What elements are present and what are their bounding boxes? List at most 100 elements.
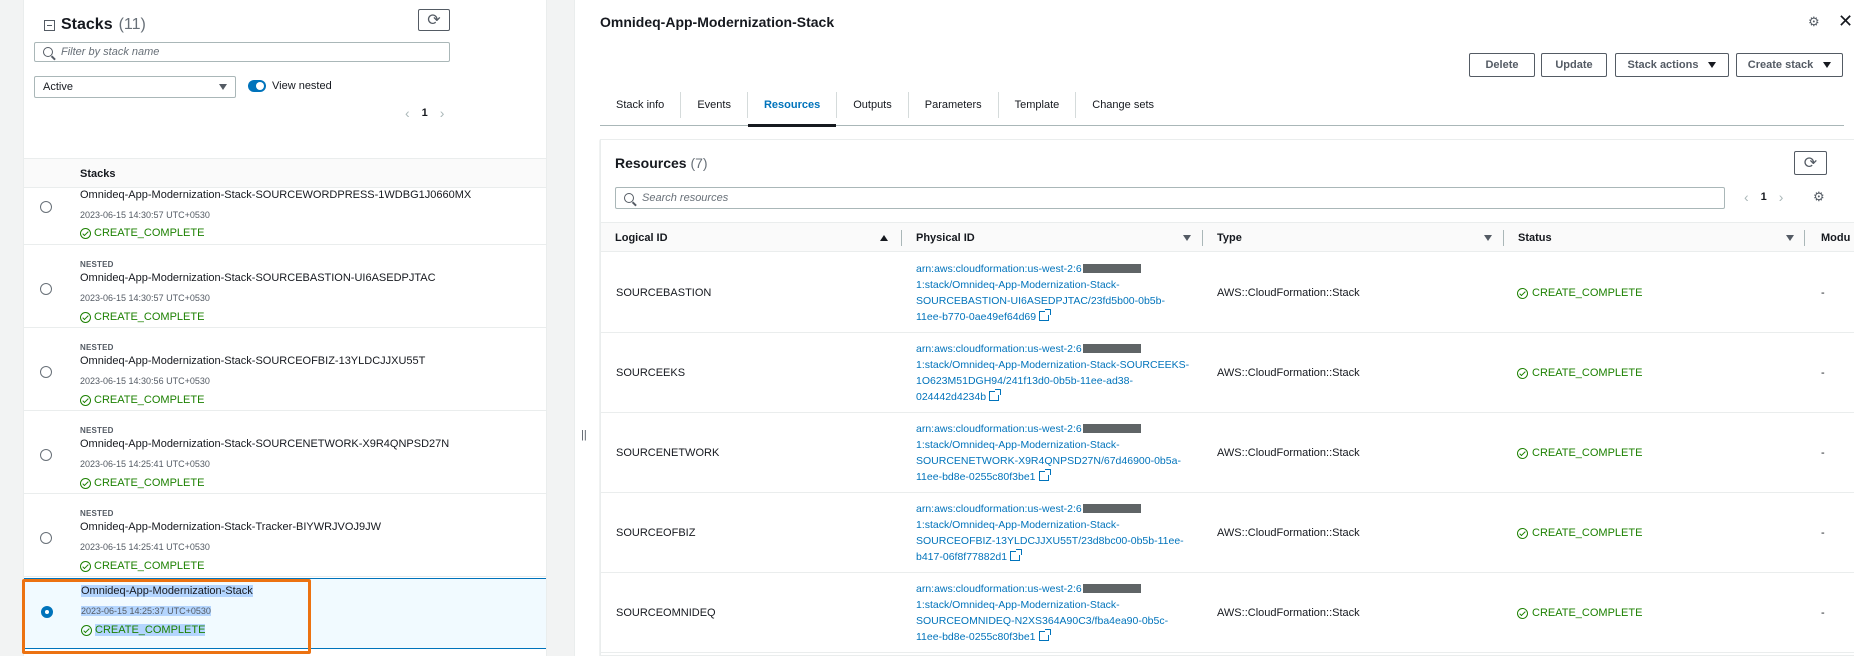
stacks-column-header: Stacks (24, 158, 546, 188)
logical-id: SOURCEEKS (616, 367, 686, 379)
physical-id-link[interactable]: arn:aws:cloudformation:us-west-2:61:stac… (916, 501, 1191, 565)
stack-row[interactable]: Omnideq-App-Modernization-Stack-SOURCEWO… (24, 189, 546, 245)
physical-id-link[interactable]: arn:aws:cloudformation:us-west-2:61:stac… (916, 261, 1191, 325)
tab-stack-info[interactable]: Stack info (600, 92, 682, 118)
status-filter-select[interactable]: Active (34, 76, 236, 98)
stack-row[interactable]: NESTED Omnideq-App-Modernization-Stack-S… (24, 412, 546, 494)
chevron-left-icon[interactable]: ‹ (1744, 189, 1749, 205)
gear-icon[interactable]: ⚙ (1813, 189, 1825, 205)
chevron-down-icon (219, 84, 227, 90)
splitter-drag-handle[interactable]: || (581, 429, 587, 441)
stacks-panel: Stacks (11) ⟳ Active View nested ‹ 1 › S… (23, 0, 547, 656)
resource-status: CREATE_COMPLETE (1517, 573, 1642, 653)
logical-id: SOURCENETWORK (616, 447, 720, 459)
tab-template[interactable]: Template (999, 92, 1077, 118)
stack-name: Omnideq-App-Modernization-Stack-SOURCEBA… (80, 272, 436, 284)
stack-radio[interactable] (40, 532, 52, 544)
nested-label: NESTED (80, 426, 114, 435)
column-logical-id[interactable]: Logical ID (615, 223, 668, 253)
view-nested-toggle[interactable] (248, 80, 266, 92)
sort-ascending-icon[interactable] (880, 235, 888, 241)
stack-radio[interactable] (40, 201, 52, 213)
resource-module: - (1821, 287, 1825, 299)
collapse-icon[interactable] (44, 19, 55, 31)
status-filter-value: Active (43, 81, 73, 93)
external-link-icon (1010, 549, 1023, 561)
resources-pagination: ‹ 1 › (1744, 189, 1783, 205)
resource-status: CREATE_COMPLETE (1517, 253, 1642, 333)
resource-module: - (1821, 447, 1825, 459)
update-button[interactable]: Update (1541, 53, 1607, 77)
resources-refresh-button[interactable]: ⟳ (1794, 151, 1827, 175)
resource-type: AWS::CloudFormation::Stack (1217, 607, 1360, 619)
chevron-right-icon[interactable]: › (440, 105, 445, 121)
redaction-bar (1082, 344, 1141, 353)
stack-row[interactable]: NESTED Omnideq-App-Modernization-Stack-S… (24, 246, 546, 328)
delete-button[interactable]: Delete (1469, 53, 1535, 77)
close-icon[interactable]: ✕ (1838, 11, 1853, 32)
physical-id-prefix: arn:aws:cloudformation:us-west-2:6 (916, 423, 1082, 435)
stack-filter-field[interactable] (34, 42, 450, 62)
stack-name: Omnideq-App-Modernization-Stack-SOURCEOF… (80, 355, 426, 367)
resource-type: AWS::CloudFormation::Stack (1217, 367, 1360, 379)
cloudformation-console: Stacks (11) ⟳ Active View nested ‹ 1 › S… (0, 0, 1854, 656)
resource-row: SOURCEEKS arn:aws:cloudformation:us-west… (601, 333, 1854, 413)
resource-row: SOURCEBASTION arn:aws:cloudformation:us-… (601, 253, 1854, 333)
stacks-refresh-button[interactable]: ⟳ (418, 9, 450, 31)
resources-search-field[interactable] (615, 187, 1725, 209)
physical-id-link[interactable]: arn:aws:cloudformation:us-west-2:61:stac… (916, 421, 1191, 485)
stack-filter-input[interactable] (61, 46, 449, 58)
chevron-left-icon[interactable]: ‹ (405, 105, 410, 121)
check-circle-icon (80, 227, 91, 239)
resource-status: CREATE_COMPLETE (1517, 493, 1642, 573)
delete-button-label: Delete (1485, 59, 1519, 71)
stack-row[interactable]: NESTED Omnideq-App-Modernization-Stack-S… (24, 329, 546, 411)
stack-row[interactable]: NESTED Omnideq-App-Modernization-Stack-T… (24, 495, 546, 577)
stack-detail-title: Omnideq-App-Modernization-Stack (600, 14, 835, 30)
sort-descending-icon[interactable] (1484, 235, 1492, 241)
view-nested-toggle-row: View nested (248, 80, 332, 92)
stacks-pagination: ‹ 1 › (405, 105, 444, 121)
physical-id-suffix: 1:stack/Omnideq-App-Modernization-Stack-… (916, 359, 1190, 403)
tab-resources[interactable]: Resources (747, 92, 838, 127)
physical-id-prefix: arn:aws:cloudformation:us-west-2:6 (916, 343, 1082, 355)
stack-status-text: CREATE_COMPLETE (94, 394, 205, 406)
chevron-right-icon[interactable]: › (1779, 189, 1784, 205)
column-module[interactable]: Modu (1821, 223, 1850, 253)
redaction-bar (1082, 264, 1141, 273)
stacks-page-number[interactable]: 1 (422, 107, 428, 119)
sort-descending-icon[interactable] (1183, 235, 1191, 241)
resource-module: - (1821, 367, 1825, 379)
column-separator[interactable] (901, 230, 902, 246)
column-separator[interactable] (1503, 230, 1504, 246)
tab-outputs[interactable]: Outputs (837, 92, 909, 118)
resource-module: - (1821, 607, 1825, 619)
gear-icon[interactable]: ⚙ (1808, 14, 1820, 30)
sort-descending-icon[interactable] (1786, 235, 1794, 241)
tab-parameters[interactable]: Parameters (909, 92, 999, 118)
column-separator[interactable] (1804, 230, 1805, 246)
resource-type: AWS::CloudFormation::Stack (1217, 287, 1360, 299)
stacks-column-label: Stacks (80, 168, 116, 180)
resources-search-input[interactable] (642, 192, 1724, 204)
stack-radio[interactable] (40, 283, 52, 295)
stack-name: Omnideq-App-Modernization-Stack-SOURCENE… (80, 438, 450, 450)
physical-id-link[interactable]: arn:aws:cloudformation:us-west-2:6 1:stac… (916, 341, 1191, 405)
stack-actions-button[interactable]: Stack actions (1615, 53, 1729, 77)
tab-change-sets[interactable]: Change sets (1076, 92, 1170, 118)
column-separator[interactable] (1202, 230, 1203, 246)
resources-table-header: Logical ID Physical ID Type Status Modu (601, 222, 1854, 252)
update-button-label: Update (1555, 59, 1593, 71)
tab-events[interactable]: Events (681, 92, 748, 118)
stacks-count: (11) (118, 16, 146, 33)
physical-id-link[interactable]: arn:aws:cloudformation:us-west-2:61:stac… (916, 581, 1191, 645)
stack-radio[interactable] (40, 449, 52, 461)
column-physical-id[interactable]: Physical ID (916, 223, 975, 253)
resources-page-number[interactable]: 1 (1761, 191, 1767, 203)
create-stack-button[interactable]: Create stack (1736, 53, 1843, 77)
column-status[interactable]: Status (1518, 223, 1552, 253)
column-type[interactable]: Type (1217, 223, 1242, 253)
stack-radio[interactable] (40, 366, 52, 378)
stack-status-text: CREATE_COMPLETE (94, 560, 205, 572)
logical-id: SOURCEOFBIZ (616, 527, 696, 539)
